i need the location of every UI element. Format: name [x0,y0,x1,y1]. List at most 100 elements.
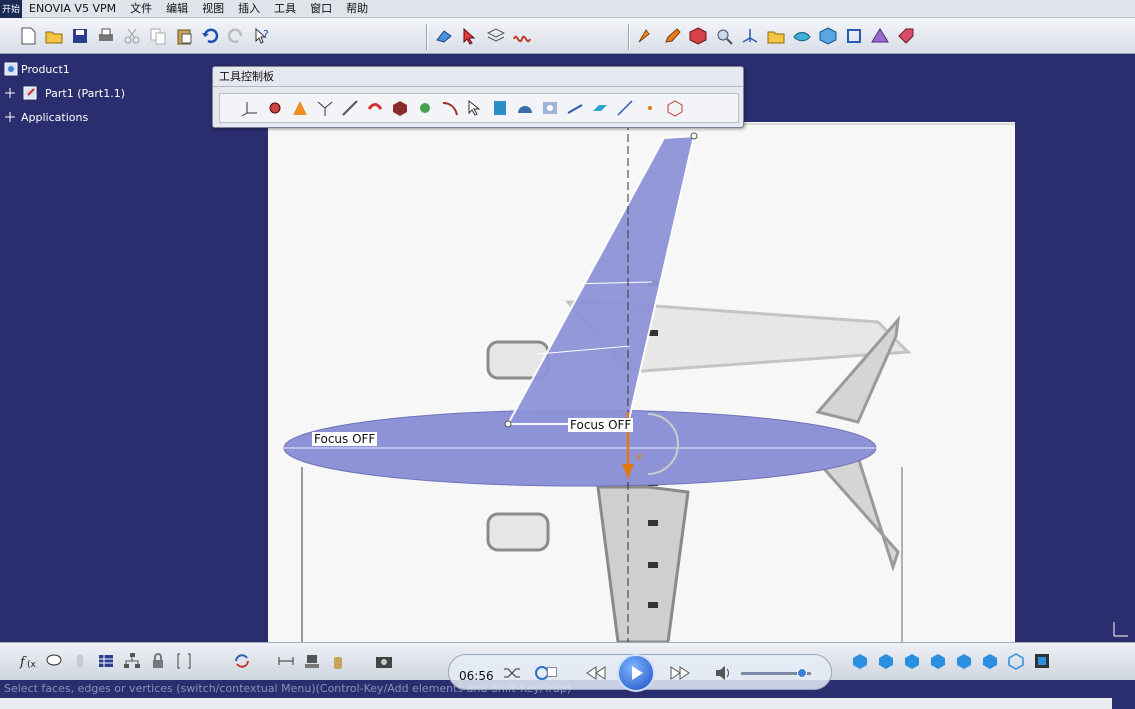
aircraft-model: x [268,122,1015,642]
tree-node-part[interactable]: Part1 (Part1.1) [4,86,125,100]
product-icon [4,62,18,76]
save-icon[interactable] [68,24,92,48]
view-top-icon[interactable] [978,649,1002,673]
undo-icon[interactable] [198,24,222,48]
workbench-icon[interactable] [432,24,456,48]
pencil-icon[interactable] [660,24,684,48]
menu-insert[interactable]: 插入 [231,0,267,18]
camera-icon[interactable] [372,649,396,673]
start-label: 开始 [1,5,20,15]
wireframe-icon[interactable] [313,96,337,120]
whats-this-icon[interactable]: ? [250,24,274,48]
menu-edit[interactable]: 编辑 [159,0,195,18]
lock-icon[interactable] [146,649,170,673]
point-icon[interactable] [413,96,437,120]
diagonal-line-icon[interactable] [613,96,637,120]
wave-icon[interactable] [510,24,534,48]
product-label: Product1 [21,62,70,76]
folder-icon[interactable] [764,24,788,48]
layers-icon[interactable] [484,24,508,48]
frame-icon[interactable] [842,24,866,48]
view-left-icon[interactable] [926,649,950,673]
hole-icon[interactable] [538,96,562,120]
bottle-icon[interactable] [326,649,350,673]
compass-snap-icon[interactable] [288,96,312,120]
view-iso-icon[interactable] [848,649,872,673]
snap-icon[interactable] [263,96,287,120]
svg-text:f: f [19,655,27,670]
arc-surface-icon[interactable] [513,96,537,120]
playback-time: 06:56 [459,669,494,683]
cut-icon[interactable] [120,24,144,48]
box-icon[interactable] [663,96,687,120]
view-right-icon[interactable] [952,649,976,673]
3d-viewport[interactable]: x Focus OFF Focus OFF [268,122,1015,642]
redo-icon[interactable] [224,24,248,48]
select-cursor-icon[interactable] [458,24,482,48]
shuffle-icon[interactable] [503,665,521,684]
media-player-controls: 06:56 [448,654,832,692]
pad-icon[interactable] [388,96,412,120]
sheet-icon[interactable] [488,96,512,120]
surface-icon[interactable] [790,24,814,48]
menu-window[interactable]: 窗口 [303,0,339,18]
menu-help[interactable]: 帮助 [339,0,375,18]
table-icon[interactable] [94,649,118,673]
menu-enovia[interactable]: ENOVIA V5 VPM [22,0,123,18]
menu-view[interactable]: 视图 [195,0,231,18]
tools-palette[interactable]: 工具控制板 [212,66,744,128]
tag-icon[interactable] [894,24,918,48]
volume-icon[interactable] [715,665,733,684]
measure-icon[interactable] [274,649,298,673]
view-back-icon[interactable] [900,649,924,673]
update-icon[interactable] [230,649,254,673]
render-style-icon[interactable] [1030,649,1054,673]
play-button[interactable] [617,654,655,692]
print-icon[interactable] [94,24,118,48]
fast-forward-icon[interactable] [669,665,691,684]
tree-node-product[interactable]: Product1 [4,62,70,76]
svg-text:?: ? [263,28,269,41]
formula-icon[interactable]: f(x) [16,649,40,673]
tree-node-applications[interactable]: Applications [4,110,88,124]
volume-slider[interactable] [741,668,811,678]
cube-icon[interactable] [816,24,840,48]
analysis-icon[interactable] [712,24,736,48]
view-bottom-icon[interactable] [1004,649,1028,673]
new-icon[interactable] [16,24,40,48]
menu-tools[interactable]: 工具 [267,0,303,18]
start-button[interactable]: 开始 [0,0,22,18]
menu-bar: 开始 ENOVIA V5 VPM 文件 编辑 视图 插入 工具 窗口 帮助 [0,0,1135,18]
axis-icon[interactable] [738,24,762,48]
axis-x-label: x [636,450,643,463]
open-icon[interactable] [42,24,66,48]
curve-icon[interactable] [438,96,462,120]
palette-title: 工具控制板 [213,67,743,87]
standard-toolbar: ? [0,18,1135,54]
stop-icon[interactable] [547,667,557,677]
capsule-icon[interactable] [68,649,92,673]
volume-thumb[interactable] [797,668,807,678]
tent-icon[interactable] [868,24,892,48]
stamp-icon[interactable] [300,649,324,673]
translate-icon[interactable] [563,96,587,120]
solid-icon[interactable] [686,24,710,48]
corner-axis-indicator [1110,616,1134,643]
select-icon[interactable] [463,96,487,120]
axis-system-icon[interactable] [238,96,262,120]
sketch-icon[interactable] [634,24,658,48]
part-label: Part1 (Part1.1) [45,86,126,100]
paste-icon[interactable] [172,24,196,48]
line-tool-icon[interactable] [338,96,362,120]
bracket-icon[interactable] [172,649,196,673]
tree-icon[interactable] [120,649,144,673]
comment-icon[interactable] [42,649,66,673]
rewind-icon[interactable] [585,665,607,684]
menu-file[interactable]: 文件 [123,0,159,18]
dot-icon[interactable] [638,96,662,120]
applications-label: Applications [21,110,89,124]
view-front-icon[interactable] [874,649,898,673]
extrude-icon[interactable] [363,96,387,120]
plane-icon[interactable] [588,96,612,120]
copy-icon[interactable] [146,24,170,48]
